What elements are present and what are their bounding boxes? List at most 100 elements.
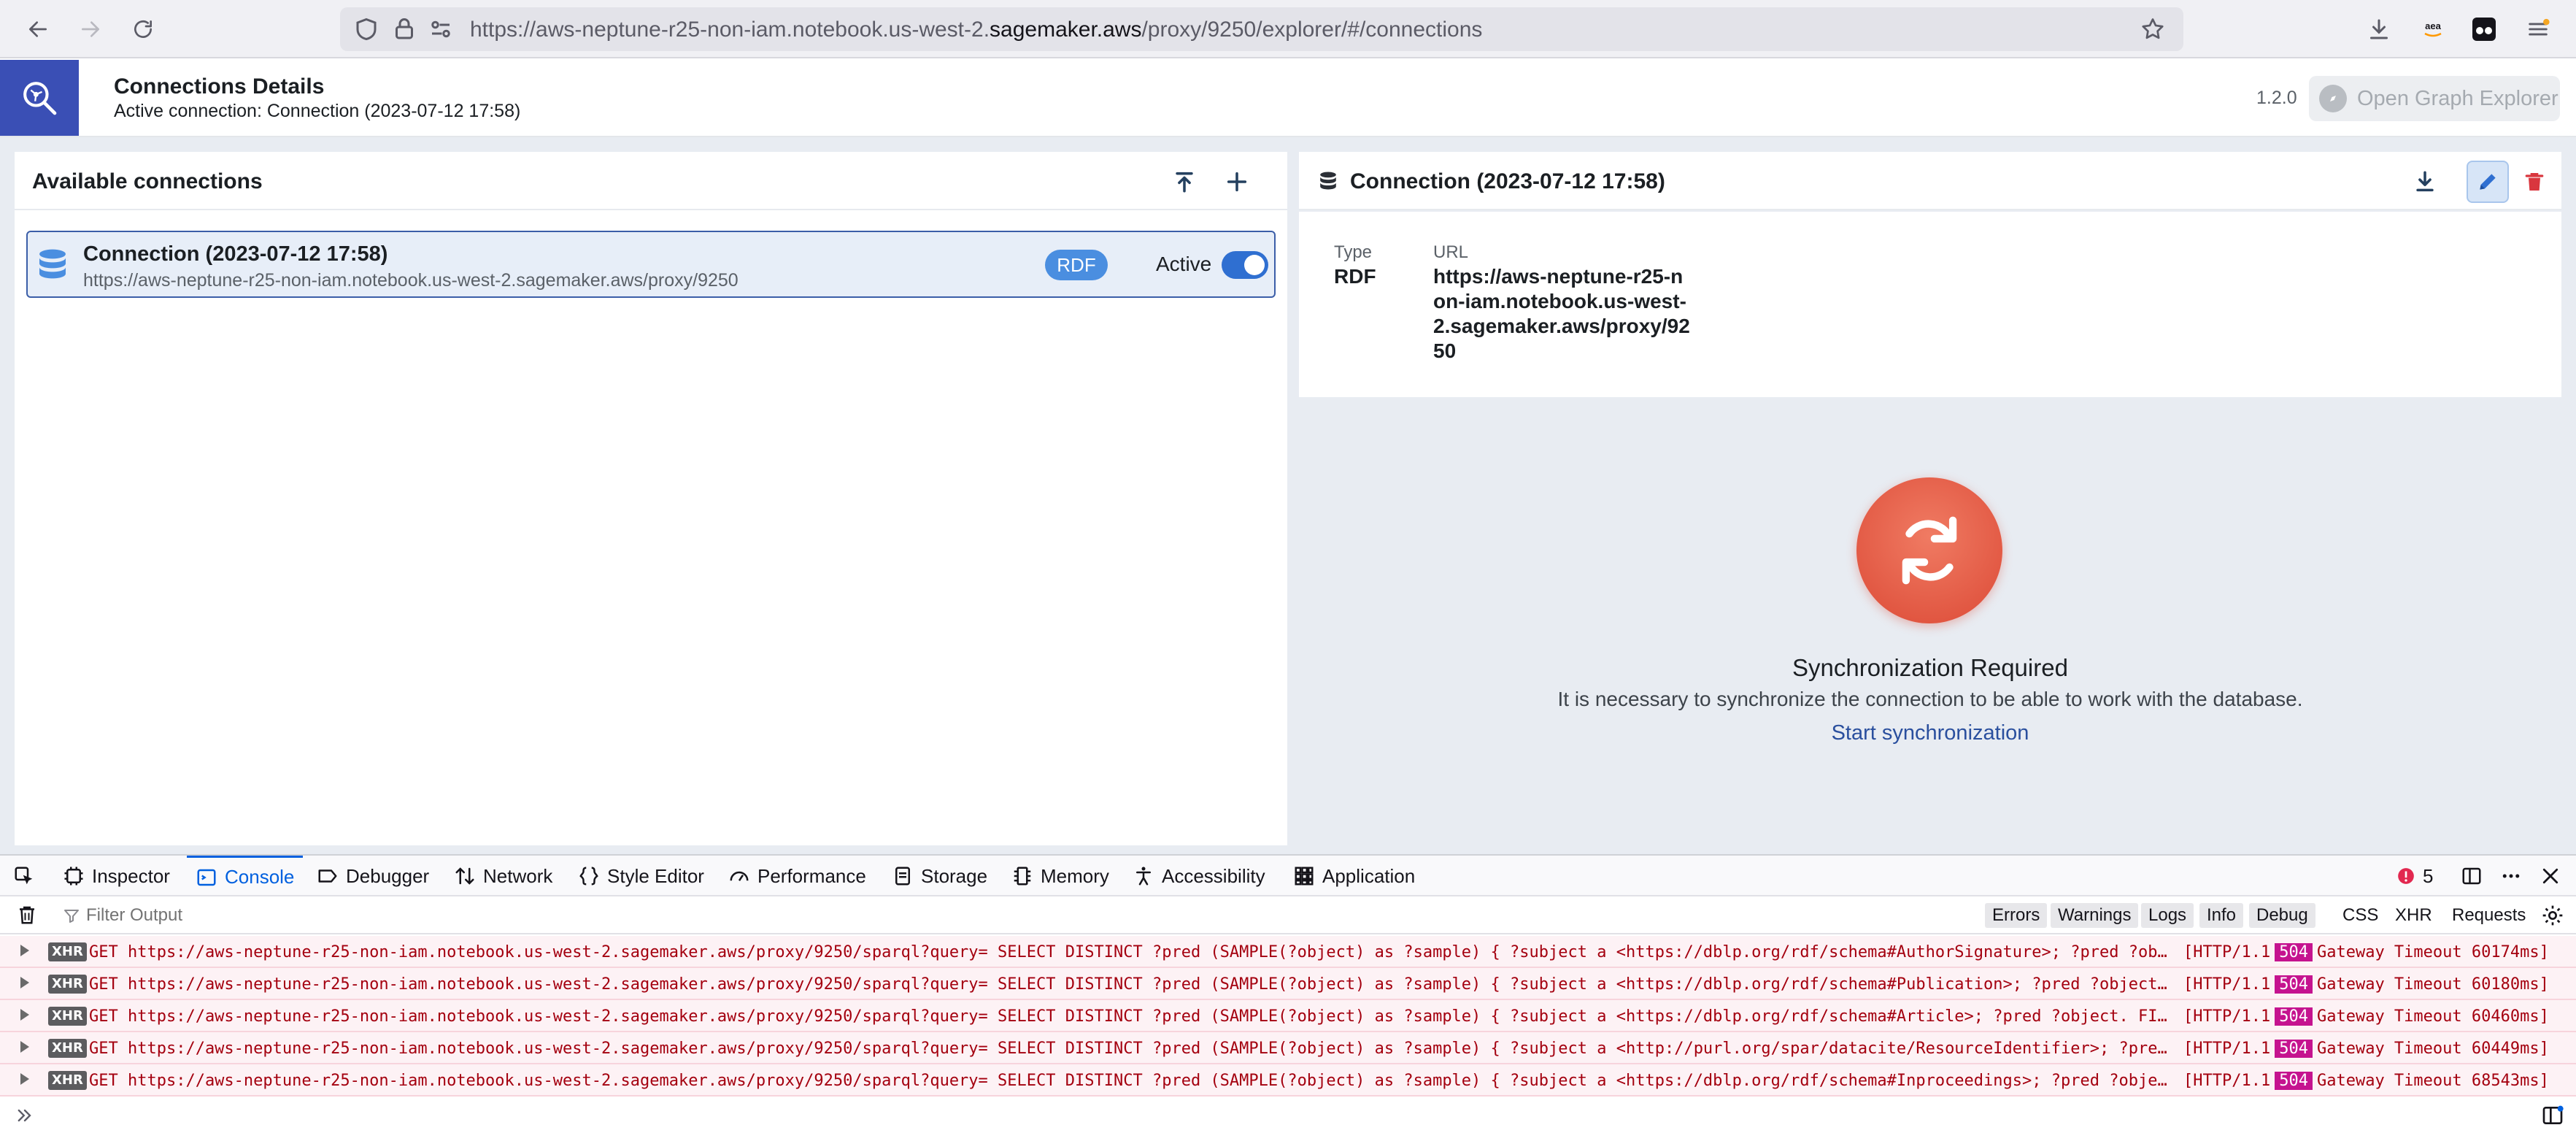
- filter-css-button[interactable]: CSS: [2342, 903, 2378, 928]
- connection-list-item[interactable]: Connection (2023-07-12 17:58) https://aw…: [26, 231, 1276, 298]
- status-code-badge: 504: [2275, 943, 2313, 961]
- tab-application[interactable]: Application: [1293, 856, 1415, 896]
- filter-output-input[interactable]: Filter Output: [86, 905, 182, 926]
- tab-style-editor[interactable]: Style Editor: [578, 856, 704, 896]
- devtools-options-button[interactable]: [2500, 856, 2522, 896]
- connection-name: Connection (2023-07-12 17:58): [83, 242, 388, 266]
- url-value-line-4: 50: [1433, 339, 1457, 362]
- tab-application-label: Application: [1322, 864, 1416, 887]
- tab-inspector-label: Inspector: [92, 864, 170, 887]
- level-warnings-button[interactable]: Warnings: [2051, 903, 2139, 928]
- forward-button[interactable]: [73, 12, 108, 47]
- page-title: Connections Details: [114, 74, 325, 99]
- log-message[interactable]: GET https://aws-neptune-r25-non-iam.note…: [89, 943, 2176, 961]
- export-connection-button[interactable]: [2408, 165, 2442, 199]
- log-status: [HTTP/1.1 504 Gateway Timeout 68543ms]: [2183, 1072, 2549, 1090]
- shield-icon[interactable]: [353, 16, 379, 42]
- element-picker-button[interactable]: [13, 856, 35, 896]
- address-bar[interactable]: https://aws-neptune-r25-non-iam.notebook…: [340, 7, 2183, 51]
- application-icon: [1295, 867, 1314, 886]
- bookmark-star-icon[interactable]: [2140, 16, 2166, 42]
- tab-accessibility[interactable]: Accessibility: [1133, 856, 1265, 896]
- filter-requests-button[interactable]: Requests: [2452, 903, 2526, 928]
- tab-console[interactable]: Console: [187, 856, 304, 896]
- log-protocol: [HTTP/1.1: [2183, 1007, 2271, 1026]
- open-graph-explorer-button[interactable]: Open Graph Explorer: [2309, 76, 2560, 121]
- tab-memory[interactable]: Memory: [1011, 856, 1109, 896]
- console-log-row[interactable]: XHR GET https://aws-neptune-r25-non-iam.…: [0, 1064, 2576, 1096]
- split-console-icon[interactable]: [2541, 1104, 2564, 1127]
- edit-connection-button[interactable]: [2467, 161, 2509, 203]
- tab-debugger[interactable]: Debugger: [317, 856, 429, 896]
- graph-explorer-logo[interactable]: [0, 60, 79, 136]
- console-input[interactable]: [0, 1095, 2576, 1133]
- database-icon: [39, 249, 66, 279]
- error-icon: [2398, 868, 2414, 884]
- expand-arrow-icon[interactable]: [20, 977, 29, 988]
- delete-connection-button[interactable]: [2518, 165, 2551, 199]
- url-text[interactable]: https://aws-neptune-r25-non-iam.notebook…: [470, 18, 1482, 42]
- gear-icon[interactable]: [2541, 904, 2564, 927]
- tab-network[interactable]: Network: [454, 856, 552, 896]
- app-header: Connections Details Active connection: C…: [0, 58, 2576, 137]
- toggle-knob: [1244, 255, 1265, 275]
- log-message[interactable]: GET https://aws-neptune-r25-non-iam.note…: [89, 1007, 2176, 1026]
- log-protocol: [HTTP/1.1: [2183, 1072, 2271, 1090]
- open-graph-explorer-label: Open Graph Explorer: [2357, 86, 2558, 110]
- filter-xhr-button[interactable]: XHR: [2395, 903, 2432, 928]
- double-chevron-right-icon: [18, 1109, 31, 1122]
- console-log-row[interactable]: XHR GET https://aws-neptune-r25-non-iam.…: [0, 968, 2576, 1000]
- type-value: RDF: [1334, 265, 1376, 288]
- log-status-text: Gateway Timeout 68543ms]: [2316, 1072, 2549, 1090]
- private-mask-icon[interactable]: [2469, 15, 2499, 44]
- dock-side-button[interactable]: [2461, 856, 2483, 896]
- arrow-left-icon: [29, 21, 47, 37]
- add-connection-button[interactable]: [1220, 165, 1254, 199]
- tab-performance[interactable]: Performance: [728, 856, 866, 896]
- sync-required-description: It is necessary to synchronize the conne…: [1557, 688, 2303, 710]
- trash-icon[interactable]: [16, 904, 38, 926]
- console-filter-bar: Filter Output Errors Warnings Logs Info …: [0, 896, 2576, 934]
- page-settings-icon[interactable]: [428, 16, 454, 42]
- log-message[interactable]: GET https://aws-neptune-r25-non-iam.note…: [89, 975, 2176, 994]
- lock-icon[interactable]: [391, 16, 417, 42]
- memory-icon: [1014, 867, 1031, 886]
- amazon-assistant-icon[interactable]: aea: [2418, 15, 2448, 44]
- tab-inspector[interactable]: Inspector: [63, 856, 170, 896]
- expand-arrow-icon[interactable]: [20, 1073, 29, 1085]
- tab-console-label: Console: [225, 866, 295, 888]
- tab-storage[interactable]: Storage: [892, 856, 987, 896]
- console-log-row[interactable]: XHR GET https://aws-neptune-r25-non-iam.…: [0, 1032, 2576, 1064]
- close-devtools-button[interactable]: [2540, 856, 2561, 896]
- log-status: [HTTP/1.1 504 Gateway Timeout 60174ms]: [2183, 943, 2549, 961]
- error-count-indicator[interactable]: 5: [2396, 856, 2433, 896]
- expand-arrow-icon[interactable]: [20, 1041, 29, 1053]
- import-connection-button[interactable]: [1168, 165, 1201, 199]
- log-message[interactable]: GET https://aws-neptune-r25-non-iam.note…: [89, 1072, 2176, 1090]
- url-value-line-3: 2.sagemaker.aws/proxy/92: [1433, 315, 1690, 337]
- level-debug-button[interactable]: Debug: [2249, 903, 2315, 928]
- active-toggle[interactable]: [1222, 251, 1268, 279]
- console-log-row[interactable]: XHR GET https://aws-neptune-r25-non-iam.…: [0, 936, 2576, 968]
- download-icon: [2416, 171, 2434, 192]
- reload-button[interactable]: [126, 12, 161, 47]
- back-button[interactable]: [20, 12, 55, 47]
- inspector-icon: [64, 867, 83, 886]
- expand-arrow-icon[interactable]: [20, 945, 29, 956]
- level-errors-button[interactable]: Errors: [1985, 903, 2048, 928]
- level-logs-button[interactable]: Logs: [2141, 903, 2194, 928]
- tab-performance-label: Performance: [757, 864, 866, 887]
- log-status-text: Gateway Timeout 60180ms]: [2316, 975, 2549, 994]
- log-message[interactable]: GET https://aws-neptune-r25-non-iam.note…: [89, 1040, 2176, 1058]
- downloads-icon[interactable]: [2364, 15, 2394, 44]
- expand-arrow-icon[interactable]: [20, 1009, 29, 1021]
- console-log-row[interactable]: XHR GET https://aws-neptune-r25-non-iam.…: [0, 1000, 2576, 1032]
- start-synchronization-link[interactable]: Start synchronization: [1299, 721, 2561, 745]
- filter-icon: [64, 910, 79, 923]
- connection-detail-title: Connection (2023-07-12 17:58): [1350, 169, 1665, 193]
- menu-icon[interactable]: [2523, 15, 2553, 44]
- xhr-badge: XHR: [48, 1007, 87, 1026]
- status-code-badge: 504: [2275, 975, 2313, 994]
- level-info-button[interactable]: Info: [2199, 903, 2244, 928]
- tab-accessibility-label: Accessibility: [1162, 864, 1265, 887]
